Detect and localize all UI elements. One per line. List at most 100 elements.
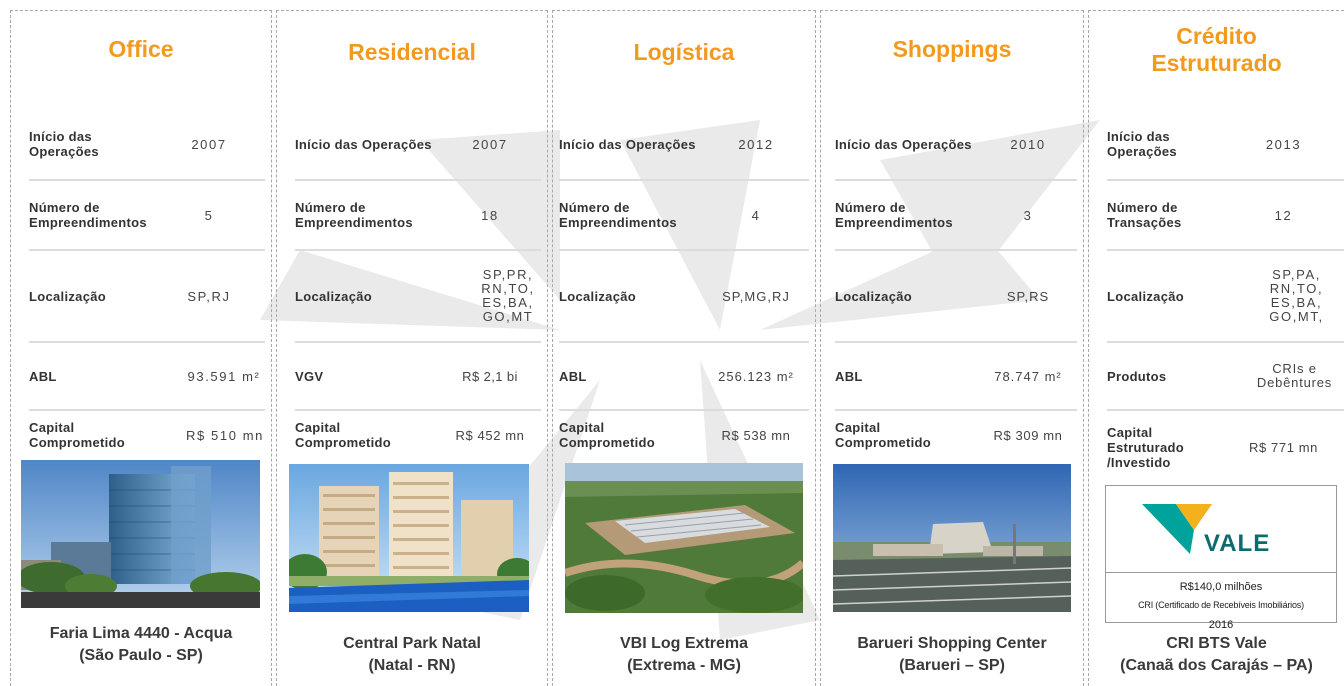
- row-label: ABL: [835, 368, 863, 384]
- row-value: 5: [204, 207, 214, 223]
- row-value: SP,RS: [1006, 288, 1050, 304]
- row-label: Número de Empreendimentos: [835, 200, 953, 230]
- row-value: R$ 538 mn: [721, 427, 791, 443]
- row-value: 3: [1023, 207, 1033, 223]
- deal-amount: R$140,0 milhões: [1179, 581, 1263, 593]
- row-localizacao: Localização SP,MG,RJ: [559, 251, 809, 343]
- vale-deal-card: VALE R$140,0 milhões CRI (Certificado de…: [1105, 485, 1337, 631]
- row-label: Início das Operações: [29, 129, 99, 159]
- row-label: ABL: [559, 368, 587, 384]
- row-value: SP,PA, RN,TO, ES,BA, GO,MT,: [1269, 267, 1324, 324]
- row-label: ABL: [29, 368, 57, 384]
- row-localizacao: Localização SP,PA, RN,TO, ES,BA, GO,MT,: [1107, 251, 1344, 343]
- row-label: Capital Comprometido: [29, 420, 126, 450]
- row-value: R$ 452 mn: [455, 427, 525, 443]
- row-numero: Número de Empreendimentos 18: [295, 181, 541, 251]
- deal-product: CRI (Certificado de Recebíveis Imobiliár…: [1138, 600, 1304, 610]
- column-office: Office Início das Operações 2007 Número …: [10, 10, 272, 686]
- card-divider: [1106, 572, 1336, 573]
- column-title: Shoppings: [892, 36, 1012, 62]
- row-inicio: Início das Operações 2007: [29, 109, 265, 181]
- row-value: 2010: [1010, 136, 1046, 152]
- row-value: SP,RJ: [187, 288, 231, 304]
- column-title: Logística: [633, 39, 735, 65]
- row-label: Localização: [29, 288, 106, 304]
- row-vgv: VGV R$ 2,1 bi: [295, 343, 541, 411]
- row-label: Capital Comprometido: [559, 420, 656, 450]
- row-label: Início das Operações: [1107, 129, 1177, 159]
- row-numero: Número de Empreendimentos 5: [29, 181, 265, 251]
- row-label: Capital Comprometido: [295, 420, 392, 450]
- row-capital: Capital Comprometido R$ 510 mn: [29, 411, 265, 459]
- office-tower-photo: [21, 460, 260, 608]
- row-numero: Número de Empreendimentos 4: [559, 181, 809, 251]
- row-value: 256.123 m²: [718, 368, 794, 384]
- row-label: Número de Empreendimentos: [295, 200, 413, 230]
- row-value: 4: [751, 207, 761, 223]
- row-abl: ABL 256.123 m²: [559, 343, 809, 411]
- project-caption: Faria Lima 4440 - Acqua (São Paulo - SP): [49, 625, 233, 664]
- row-value: R$ 309 mn: [993, 427, 1063, 443]
- column-credito-estruturado: Crédito Estruturado Início das Operações…: [1088, 10, 1344, 686]
- row-label: Início das Operações: [559, 136, 696, 152]
- row-value: R$ 2,1 bi: [462, 368, 518, 384]
- row-label: Início das Operações: [835, 136, 972, 152]
- residential-towers-photo: [289, 464, 529, 612]
- column-title: Office: [108, 36, 174, 62]
- project-caption: CRI BTS Vale (Canaã dos Carajás – PA): [1120, 635, 1313, 674]
- row-label: Capital Comprometido: [835, 420, 932, 450]
- shopping-center-photo: [833, 464, 1071, 612]
- row-inicio: Início das Operações 2007: [295, 109, 541, 181]
- row-value: 12: [1274, 207, 1293, 223]
- row-label: Localização: [835, 288, 912, 304]
- row-value: R$ 771 mn: [1249, 439, 1318, 455]
- row-label: VGV: [295, 368, 324, 384]
- row-localizacao: Localização SP,PR, RN,TO, ES,BA, GO,MT: [295, 251, 541, 343]
- row-produtos: Produtos CRIs e Debêntures: [1107, 343, 1344, 411]
- row-value: 2012: [738, 136, 774, 152]
- row-value: 93.591 m²: [187, 368, 261, 384]
- row-value: SP,PR, RN,TO, ES,BA, GO,MT: [481, 267, 535, 324]
- row-value: 2007: [472, 136, 508, 152]
- row-label: Localização: [559, 288, 636, 304]
- project-caption: Central Park Natal (Natal - RN): [343, 635, 481, 674]
- project-caption: VBI Log Extrema (Extrema - MG): [619, 635, 749, 674]
- row-inicio: Início das Operações 2012: [559, 109, 809, 181]
- row-capital: Capital Comprometido R$ 538 mn: [559, 411, 809, 459]
- row-capital: Capital Estruturado /Investido R$ 771 mn: [1107, 411, 1344, 483]
- row-label: Produtos: [1107, 368, 1167, 384]
- row-label: Número de Transações: [1107, 200, 1182, 230]
- column-residencial: Residencial Início das Operações 2007 Nú…: [276, 10, 548, 686]
- row-label: Localização: [295, 288, 372, 304]
- row-abl: ABL 78.747 m²: [835, 343, 1077, 411]
- row-numero: Número de Empreendimentos 3: [835, 181, 1077, 251]
- row-label: Número de Empreendimentos: [559, 200, 677, 230]
- row-label: Capital Estruturado /Investido: [1107, 424, 1184, 470]
- column-title: Crédito Estruturado: [1151, 23, 1282, 76]
- row-inicio: Início das Operações 2010: [835, 109, 1077, 181]
- row-label: Início das Operações: [295, 136, 432, 152]
- column-title: Residencial: [348, 39, 476, 65]
- row-abl: ABL 93.591 m²: [29, 343, 265, 411]
- project-caption: Barueri Shopping Center (Barueri – SP): [857, 635, 1047, 674]
- row-value: 2013: [1265, 136, 1302, 152]
- row-value: CRIs e Debêntures: [1256, 361, 1333, 390]
- row-inicio: Início das Operações 2013: [1107, 109, 1344, 181]
- column-logistica: Logística Início das Operações 2012 Núme…: [552, 10, 816, 686]
- logistics-warehouse-photo: [565, 463, 803, 613]
- row-capital: Capital Comprometido R$ 452 mn: [295, 411, 541, 459]
- deal-year: 2016: [1208, 619, 1234, 631]
- row-localizacao: Localização SP,RJ: [29, 251, 265, 343]
- row-value: R$ 510 mn: [186, 427, 264, 443]
- row-capital: Capital Comprometido R$ 309 mn: [835, 411, 1077, 459]
- row-value: 2007: [191, 136, 227, 152]
- row-label: Localização: [1107, 288, 1184, 304]
- row-value: 18: [481, 207, 499, 223]
- row-localizacao: Localização SP,RS: [835, 251, 1077, 343]
- column-shoppings: Shoppings Início das Operações 2010 Núme…: [820, 10, 1084, 686]
- row-transacoes: Número de Transações 12: [1107, 181, 1344, 251]
- row-value: 78.747 m²: [994, 368, 1062, 384]
- vale-logo-text: VALE: [1204, 530, 1271, 557]
- row-label: Número de Empreendimentos: [29, 200, 147, 230]
- row-value: SP,MG,RJ: [722, 288, 790, 304]
